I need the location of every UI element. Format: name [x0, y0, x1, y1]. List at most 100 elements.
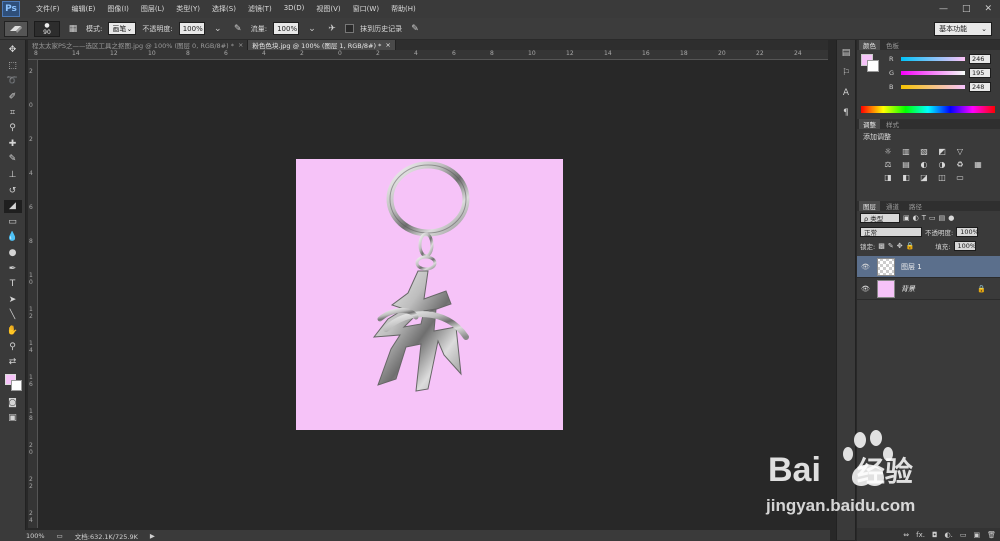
menu-type[interactable]: 类型(Y): [170, 4, 206, 14]
close-button[interactable]: ✕: [984, 4, 992, 14]
marquee-tool-icon[interactable]: ⬚: [4, 60, 22, 73]
gradient-tool-icon[interactable]: ▭: [4, 216, 22, 229]
opacity-input[interactable]: 100%: [178, 22, 205, 35]
dodge-tool-icon[interactable]: ●: [4, 247, 22, 260]
pressure-size-icon[interactable]: ✎: [408, 22, 422, 36]
flow-dropdown-icon[interactable]: ⌄: [305, 22, 319, 36]
healing-brush-tool-icon[interactable]: ✚: [4, 138, 22, 151]
green-value[interactable]: 195: [969, 68, 991, 78]
eraser-tool-icon[interactable]: ◢: [3, 199, 22, 213]
type-tool-icon[interactable]: T: [4, 278, 22, 291]
vibrance-icon[interactable]: ▽: [953, 146, 967, 157]
color-spectrum-bar[interactable]: [861, 106, 995, 113]
adjustment-layer-icon[interactable]: ◐.: [945, 531, 953, 539]
screen-mode-icon[interactable]: ▣: [4, 412, 22, 425]
flow-input[interactable]: 100%: [273, 22, 300, 35]
line-tool-icon[interactable]: ╲: [4, 309, 22, 322]
layer-opacity-input[interactable]: 100%: [956, 227, 979, 237]
menu-layer[interactable]: 图层(L): [135, 4, 170, 14]
filter-shape-icon[interactable]: ▭: [929, 214, 936, 222]
posterize-icon[interactable]: ◧: [899, 172, 913, 183]
menu-file[interactable]: 文件(F): [30, 4, 66, 14]
brush-tool-icon[interactable]: ✎: [4, 153, 22, 166]
filter-toggle-icon[interactable]: ●: [948, 214, 954, 222]
blend-mode-select[interactable]: 正常: [860, 227, 922, 237]
menu-filter[interactable]: 滤镜(T): [242, 4, 278, 14]
mode-select[interactable]: 画笔 ⌄: [108, 22, 137, 35]
channel-mixer-icon[interactable]: ♻: [953, 159, 967, 170]
pressure-opacity-icon[interactable]: ✎: [231, 22, 245, 36]
history-panel-icon[interactable]: ▤: [839, 46, 853, 60]
lasso-tool-icon[interactable]: ➰: [4, 75, 22, 88]
airbrush-icon[interactable]: ✈: [325, 22, 339, 36]
lock-transparent-icon[interactable]: ▩: [878, 242, 885, 250]
tab-channels[interactable]: 通道: [882, 201, 903, 211]
properties-panel-icon[interactable]: ⚐: [839, 66, 853, 80]
delete-layer-icon[interactable]: 🗑: [987, 531, 996, 539]
red-value[interactable]: 246: [969, 54, 991, 64]
layer-row-background[interactable]: 👁 背景 🔒: [857, 278, 1000, 300]
hand-tool-icon[interactable]: ✋: [4, 325, 22, 338]
gradient-map-icon[interactable]: ▭: [953, 172, 967, 183]
quick-mask-icon[interactable]: ◙: [4, 396, 22, 409]
threshold-icon[interactable]: ◪: [917, 172, 931, 183]
photo-filter-icon[interactable]: ◑: [935, 159, 949, 170]
blue-slider[interactable]: [901, 85, 965, 89]
invert-icon[interactable]: ◨: [881, 172, 895, 183]
tab-close-icon[interactable]: ×: [385, 41, 390, 49]
lock-all-icon[interactable]: 🔒: [906, 242, 915, 250]
filter-pixel-icon[interactable]: ▣: [903, 214, 910, 222]
erase-history-checkbox[interactable]: [345, 24, 355, 33]
workspace-select[interactable]: 基本功能 ⌄: [934, 21, 992, 36]
eye-icon[interactable]: 👁: [861, 285, 871, 293]
new-group-icon[interactable]: ▭: [960, 531, 967, 539]
menu-image[interactable]: 图像(I): [101, 4, 135, 14]
lock-pixels-icon[interactable]: ✎: [888, 242, 894, 250]
tab-swatches[interactable]: 色板: [882, 40, 903, 50]
levels-icon[interactable]: ▥: [899, 146, 913, 157]
paragraph-panel-icon[interactable]: ¶: [839, 106, 853, 120]
menu-edit[interactable]: 编辑(E): [66, 4, 102, 14]
move-tool-icon[interactable]: ✥: [4, 44, 22, 57]
menu-select[interactable]: 选择(S): [206, 4, 242, 14]
tab-document-1[interactable]: 程太太家PS之——选区工具之抠图.jpg @ 100% (图层 0, RGB/8…: [28, 40, 249, 50]
layer-filter-select[interactable]: ρ 类型: [860, 213, 900, 223]
path-select-tool-icon[interactable]: ➤: [4, 294, 22, 307]
zoom-tool-icon[interactable]: ⚲: [4, 340, 22, 353]
filter-smart-icon[interactable]: ▤: [939, 214, 946, 222]
clone-stamp-tool-icon[interactable]: ⊥: [4, 169, 22, 182]
quick-select-tool-icon[interactable]: ✐: [4, 91, 22, 104]
document-canvas[interactable]: [296, 159, 563, 430]
eraser-tool-preset[interactable]: [4, 20, 28, 37]
tab-adjustments[interactable]: 调整: [859, 119, 880, 129]
character-panel-icon[interactable]: A: [839, 86, 853, 100]
tab-color[interactable]: 颜色: [859, 40, 880, 50]
fill-input[interactable]: 100%: [953, 241, 976, 251]
zoom-level[interactable]: 100%: [26, 532, 45, 540]
filter-type-icon[interactable]: T: [922, 214, 926, 222]
brush-panel-toggle-icon[interactable]: ▦: [66, 22, 80, 36]
color-fg-bg-swatch[interactable]: [861, 54, 879, 72]
hue-saturation-icon[interactable]: ⚖: [881, 159, 895, 170]
tab-document-2[interactable]: 粉色色块.jpg @ 100% (图层 1, RGB/8#) * ×: [248, 40, 396, 50]
crop-tool-icon[interactable]: ⌗: [4, 106, 22, 119]
add-mask-icon[interactable]: ◘: [932, 531, 938, 539]
blue-value[interactable]: 248: [969, 82, 991, 92]
new-layer-icon[interactable]: ▣: [973, 531, 980, 539]
tab-layers[interactable]: 图层: [859, 201, 880, 211]
lock-position-icon[interactable]: ✥: [897, 242, 903, 250]
history-brush-tool-icon[interactable]: ↺: [4, 184, 22, 197]
background-color-swatch[interactable]: [10, 380, 22, 392]
green-slider[interactable]: [901, 71, 965, 75]
layer-row-1[interactable]: 👁 图层 1: [857, 256, 1000, 278]
status-menu-arrow[interactable]: ▶: [150, 532, 155, 540]
red-slider[interactable]: [901, 57, 965, 61]
eyedropper-tool-icon[interactable]: ⚲: [4, 122, 22, 135]
tab-close-icon[interactable]: ×: [238, 41, 243, 49]
pen-tool-icon[interactable]: ✒: [4, 262, 22, 275]
color-balance-icon[interactable]: ▤: [899, 159, 913, 170]
exposure-icon[interactable]: ◩: [935, 146, 949, 157]
opacity-dropdown-icon[interactable]: ⌄: [211, 22, 225, 36]
link-layers-icon[interactable]: ⇔: [903, 531, 909, 539]
default-colors-icon[interactable]: ⇄: [4, 356, 22, 369]
